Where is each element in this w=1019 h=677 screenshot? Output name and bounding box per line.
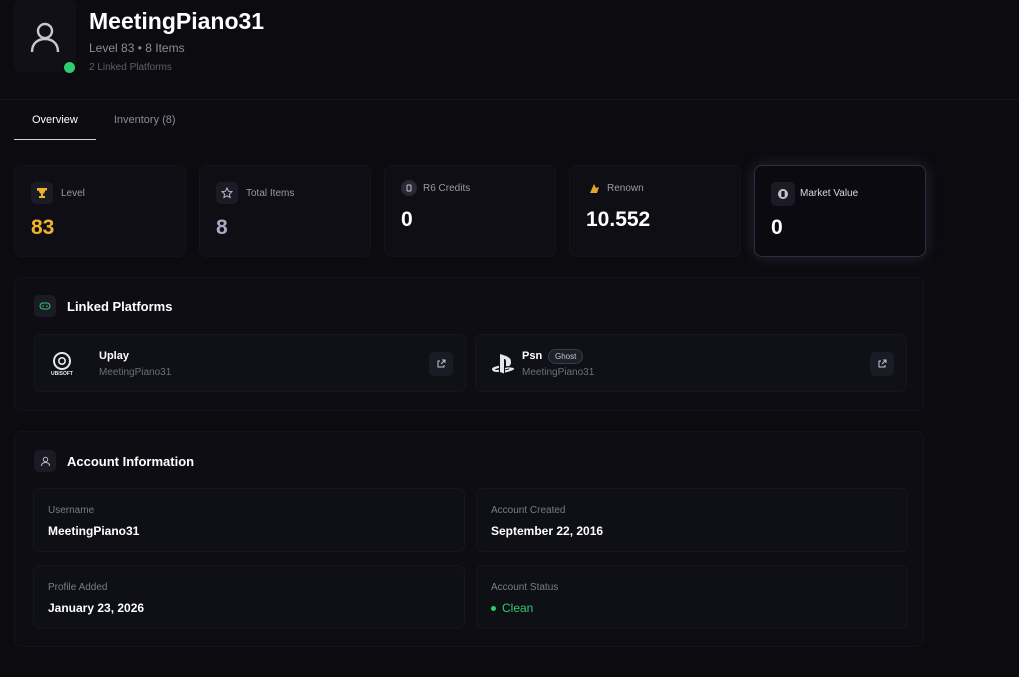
stat-label: Level (61, 188, 85, 199)
profile-level-line: Level 83 • 8 Items (89, 41, 185, 55)
open-platform-button[interactable] (429, 352, 453, 376)
info-value: MeetingPiano31 (48, 524, 140, 538)
external-link-icon (878, 359, 887, 368)
stat-card-renown: Renown 10.552 (569, 165, 741, 257)
tab-overview[interactable]: Overview (14, 104, 96, 140)
stat-value-market-value: 0 (771, 216, 783, 239)
stat-value-level: 83 (31, 216, 55, 239)
trophy-icon (31, 182, 53, 204)
profile-header: MeetingPiano31 Level 83 • 8 Items 2 Link… (0, 0, 1019, 100)
playstation-logo (490, 351, 516, 377)
ubisoft-logo-text: UBISOFT (51, 371, 73, 377)
stat-value-r6-credits: 0 (401, 208, 413, 231)
account-status-value: Clean (491, 601, 533, 615)
stat-label: Total Items (246, 188, 295, 199)
status-dot (491, 606, 496, 612)
info-card-username: Username MeetingPiano31 (33, 488, 465, 552)
info-label: Account Created (491, 505, 566, 516)
platform-name: Psn (522, 350, 543, 362)
stat-label: Market Value (800, 188, 859, 199)
gamepad-icon (34, 295, 56, 317)
info-card-account-created: Account Created September 22, 2016 (476, 488, 908, 552)
status-text: Clean (502, 601, 534, 615)
stat-value-total-items: 8 (216, 216, 228, 239)
stat-card-total-items: Total Items 8 (199, 165, 371, 257)
credits-icon (401, 180, 417, 196)
platform-name: Uplay (99, 350, 129, 362)
tab-bar: Overview Inventory (8) (14, 104, 194, 140)
stat-card-level: Level 83 (14, 165, 186, 257)
stat-card-r6-credits: R6 Credits 0 (384, 165, 556, 257)
star-icon (216, 182, 238, 204)
account-info-title: Account Information (67, 454, 195, 469)
ghost-badge: Ghost (548, 349, 584, 364)
platform-user: MeetingPiano31 (522, 367, 595, 378)
ubisoft-logo: UBISOFT (49, 351, 75, 377)
profile-platforms-line: 2 Linked Platforms (89, 62, 172, 73)
online-status-dot (62, 60, 77, 75)
stat-value-renown: 10.552 (586, 208, 651, 231)
info-label: Username (48, 505, 95, 516)
external-link-icon (437, 359, 446, 368)
stat-label: R6 Credits (423, 183, 471, 194)
user-icon (34, 450, 56, 472)
profile-username: MeetingPiano31 (89, 8, 265, 34)
tab-inventory[interactable]: Inventory (8) (96, 104, 194, 140)
stat-label: Renown (607, 183, 644, 194)
platform-user: MeetingPiano31 (99, 367, 172, 378)
open-platform-button[interactable] (870, 352, 894, 376)
account-info-panel: Account Information Username MeetingPian… (14, 431, 924, 647)
stat-card-market-value: Market Value 0 (754, 165, 926, 257)
info-label: Profile Added (48, 582, 108, 593)
info-card-profile-added: Profile Added January 23, 2026 (33, 565, 465, 629)
info-label: Account Status (491, 582, 559, 593)
linked-platforms-title: Linked Platforms (67, 299, 173, 314)
market-icon (771, 182, 795, 206)
platform-card-uplay: UBISOFT Uplay MeetingPiano31 (34, 334, 466, 392)
info-value: September 22, 2016 (491, 524, 604, 538)
renown-icon (586, 180, 602, 196)
info-value: January 23, 2026 (48, 601, 145, 615)
platform-card-psn: Psn Ghost MeetingPiano31 (475, 334, 907, 392)
linked-platforms-panel: Linked Platforms UBISOFT Uplay MeetingPi… (14, 277, 924, 411)
user-icon (30, 22, 60, 53)
info-card-account-status: Account Status Clean (476, 565, 908, 629)
